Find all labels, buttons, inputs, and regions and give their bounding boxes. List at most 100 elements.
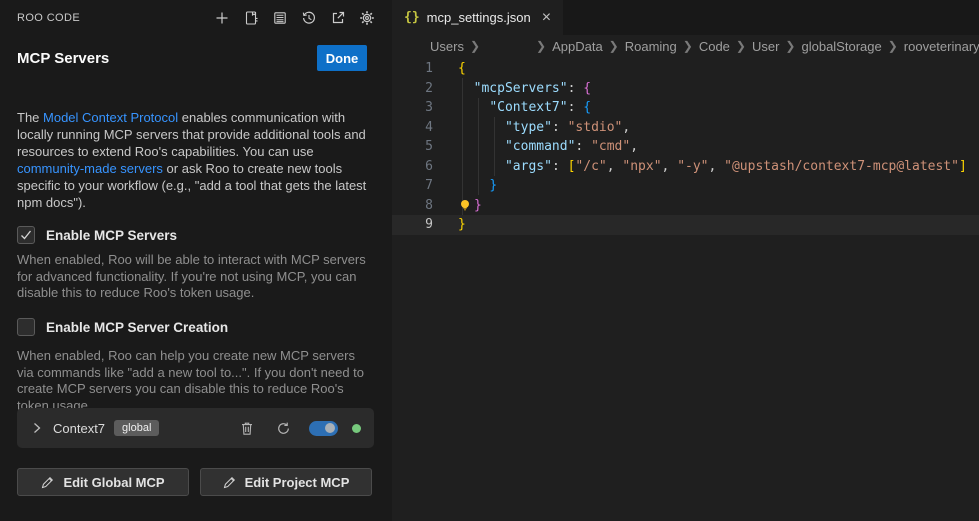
- tab-mcp-settings[interactable]: {} mcp_settings.json ×: [392, 0, 563, 35]
- history-icon[interactable]: [298, 8, 320, 28]
- breadcrumb-item[interactable]: User: [752, 39, 779, 54]
- code-token: "/c": [575, 157, 606, 177]
- code-token: :: [568, 98, 584, 118]
- editor-pane: {} mcp_settings.json × Users ❯ ❯ AppData ❯ Ro…: [392, 0, 979, 521]
- page-title: MCP Servers: [17, 50, 109, 67]
- enable-mcp-servers-checkbox[interactable]: [17, 226, 35, 244]
- code-line-5[interactable]: 5 "command": "cmd",: [392, 137, 979, 157]
- restart-server-icon[interactable]: [274, 419, 292, 437]
- breadcrumb-separator: ❯: [536, 39, 546, 53]
- server-name: Context7: [53, 421, 105, 436]
- code-token: {: [458, 59, 466, 79]
- title-row: MCP Servers Done: [17, 44, 367, 72]
- tab-close-icon[interactable]: ×: [542, 10, 551, 26]
- line-content: }: [458, 176, 497, 196]
- code-line-3[interactable]: 3 "Context7": {: [392, 98, 979, 118]
- lightbulb-icon[interactable]: [458, 198, 474, 213]
- line-number: 4: [392, 118, 433, 138]
- code-token: :: [568, 79, 584, 99]
- code-token: :: [552, 118, 568, 138]
- code-token: "args": [505, 157, 552, 177]
- line-content: }: [458, 196, 482, 216]
- code-token: "command": [505, 137, 575, 157]
- edit-global-mcp-label: Edit Global MCP: [63, 475, 164, 490]
- code-line-4[interactable]: 4 "type": "stdio",: [392, 118, 979, 138]
- line-content: "Context7": {: [458, 98, 591, 118]
- code-line-6[interactable]: 6 "args": ["/c", "npx", "-y", "@upstash/…: [392, 157, 979, 177]
- delete-server-icon[interactable]: [238, 419, 256, 437]
- server-card-context7: Context7 global: [17, 408, 374, 448]
- chevron-right-icon[interactable]: [30, 420, 44, 436]
- code-token: ,: [630, 137, 638, 157]
- gear-icon[interactable]: [356, 8, 378, 28]
- check-icon: [20, 229, 32, 241]
- code-token: "@upstash/context7-mcp@latest": [724, 157, 959, 177]
- line-content: "type": "stdio",: [458, 118, 630, 138]
- code-line-7[interactable]: 7 }: [392, 176, 979, 196]
- line-content: "command": "cmd",: [458, 137, 638, 157]
- code-token: :: [552, 157, 568, 177]
- editor-tabbar: {} mcp_settings.json ×: [392, 0, 979, 35]
- panel-header: ROO CODE: [17, 8, 378, 28]
- line-number: 9: [392, 215, 433, 235]
- code-token: }: [458, 215, 466, 235]
- code-area: 1{2 "mcpServers": {3 "Context7": {4 "typ…: [392, 57, 979, 235]
- code-token: "type": [505, 118, 552, 138]
- line-number: 7: [392, 176, 433, 196]
- line-number: 3: [392, 98, 433, 118]
- breadcrumb: Users❯❯AppData❯Roaming❯Code❯User❯globalS…: [392, 35, 979, 57]
- pencil-icon: [41, 476, 54, 489]
- server-icon[interactable]: [269, 8, 291, 28]
- app-window: ROO CODE: [0, 0, 979, 521]
- line-number: 1: [392, 59, 433, 79]
- breadcrumb-separator: ❯: [736, 39, 746, 53]
- enable-mcp-servers-description: When enabled, Roo will be able to intera…: [17, 252, 369, 302]
- edit-project-mcp-button[interactable]: Edit Project MCP: [200, 468, 372, 496]
- breadcrumb-item[interactable]: Roaming: [625, 39, 677, 54]
- code-token: {: [583, 79, 591, 99]
- server-enabled-toggle[interactable]: [309, 421, 338, 436]
- done-button[interactable]: Done: [317, 45, 367, 71]
- code-token: "cmd": [591, 137, 630, 157]
- enable-mcp-creation-checkbox[interactable]: [17, 318, 35, 336]
- intro-link[interactable]: community-made servers: [17, 161, 163, 176]
- edit-global-mcp-button[interactable]: Edit Global MCP: [17, 468, 189, 496]
- breadcrumb-item[interactable]: Code: [699, 39, 730, 54]
- roo-code-panel: ROO CODE: [0, 0, 392, 521]
- line-number: 8: [392, 196, 433, 216]
- code-line-9[interactable]: 9}: [392, 215, 979, 235]
- code-line-2[interactable]: 2 "mcpServers": {: [392, 79, 979, 99]
- code-token: [458, 137, 505, 157]
- breadcrumb-separator: ❯: [888, 39, 898, 53]
- edit-project-mcp-label: Edit Project MCP: [245, 475, 350, 490]
- code-token: ,: [607, 157, 623, 177]
- line-number: 6: [392, 157, 433, 177]
- open-external-icon[interactable]: [327, 8, 349, 28]
- json-braces-icon: {}: [404, 10, 420, 25]
- line-number: 5: [392, 137, 433, 157]
- enable-mcp-creation-row: Enable MCP Server Creation: [17, 318, 228, 336]
- breadcrumb-item[interactable]: AppData: [552, 39, 603, 54]
- plus-icon[interactable]: [211, 8, 233, 28]
- panel-brand: ROO CODE: [17, 12, 80, 24]
- code-line-1[interactable]: 1{: [392, 59, 979, 79]
- code-token: "stdio": [568, 118, 623, 138]
- breadcrumb-item[interactable]: Users: [430, 39, 464, 54]
- code-line-8[interactable]: 8}: [392, 196, 979, 216]
- code-token: [458, 118, 505, 138]
- code-token: [458, 98, 489, 118]
- code-token: ,: [709, 157, 725, 177]
- panel-header-icons: [211, 8, 378, 28]
- breadcrumb-item[interactable]: rooveterinaryinc.roo-cli: [904, 39, 979, 54]
- breadcrumb-separator: ❯: [683, 39, 693, 53]
- intro-link[interactable]: Model Context Protocol: [43, 110, 178, 125]
- code-token: [458, 176, 489, 196]
- code-token: "-y": [677, 157, 708, 177]
- enable-mcp-servers-label: Enable MCP Servers: [46, 228, 177, 243]
- enable-mcp-servers-row: Enable MCP Servers: [17, 226, 177, 244]
- code-token: "npx": [622, 157, 661, 177]
- breadcrumb-separator: ❯: [470, 39, 480, 53]
- intro-text: The: [17, 110, 43, 125]
- breadcrumb-item[interactable]: globalStorage: [801, 39, 881, 54]
- notebook-icon[interactable]: [240, 8, 262, 28]
